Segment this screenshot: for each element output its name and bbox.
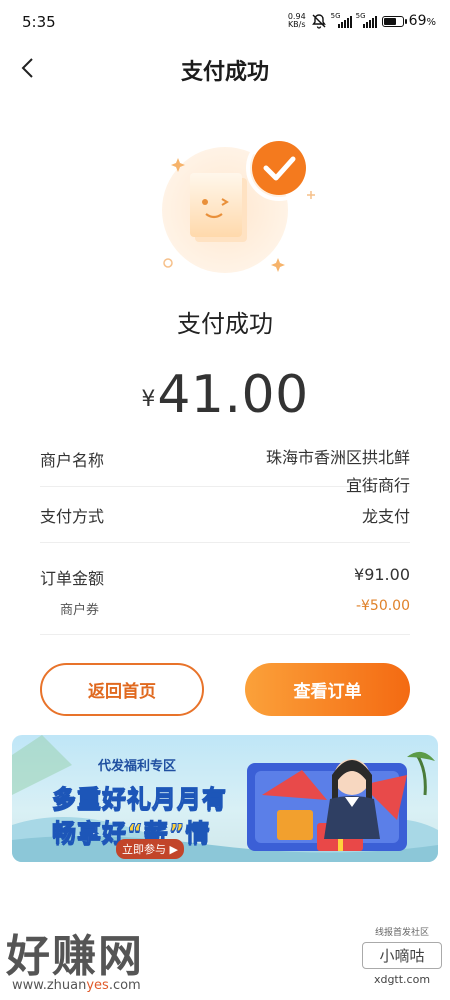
battery-percent: 69% xyxy=(409,13,436,29)
watermark-url-accent: yes xyxy=(86,978,109,993)
promo-banner[interactable]: 代发福利专区 多重好礼月月有 畅享好“薪”情 立即参与 ▶ xyxy=(12,735,438,862)
payment-details: 商户名称 珠海市香洲区拱北鲜 宜街商行 支付方式 龙支付 订单金额 ¥91.00 … xyxy=(40,430,410,635)
watermark-right-domain: xdgtt.com xyxy=(373,973,431,986)
battery-icon xyxy=(381,15,407,27)
success-status-text: 支付成功 xyxy=(177,310,273,338)
banner-join-button[interactable]: 立即参与 ▶ xyxy=(116,839,184,859)
watermark-url-suffix: .com xyxy=(108,978,141,993)
status-icons: 0.94 KB/s 5G 5G 69% xyxy=(288,11,436,31)
paid-amount: ¥41.00 xyxy=(0,365,450,425)
banner-headline: 多重好礼月月有 xyxy=(52,785,227,814)
battery-percent-value: 69 xyxy=(408,13,427,29)
battery-percent-suffix: % xyxy=(426,17,436,28)
bell-muted-icon xyxy=(311,14,326,29)
signal-1-icon: 5G xyxy=(330,12,352,28)
back-to-home-button[interactable]: 返回首页 xyxy=(40,663,204,716)
coupon-value: -¥50.00 xyxy=(355,598,410,614)
pay-method-value: 龙支付 xyxy=(361,507,410,526)
watermark-left-title: 好赚网 xyxy=(6,931,144,982)
watermark-right-top: 线报首发社区 xyxy=(374,928,429,938)
signal-2-label: 5G xyxy=(355,12,366,20)
network-speed: 0.94 KB/s xyxy=(288,13,306,29)
currency-symbol: ¥ xyxy=(141,387,156,412)
signal-2-icon: 5G xyxy=(355,12,377,28)
order-amount-value: ¥91.00 xyxy=(354,565,410,584)
status-bar: 5:35 0.94 KB/s 5G 5G 69% xyxy=(0,0,450,44)
watermark-url-prefix: www.zhuan xyxy=(12,978,87,993)
payment-success-illustration xyxy=(162,135,315,273)
order-amount-label: 订单金额 xyxy=(40,569,105,588)
page-title: 支付成功 xyxy=(180,60,269,85)
detail-row-pay-method: 支付方式 龙支付 xyxy=(40,487,410,543)
signal-1-label: 5G xyxy=(330,12,341,20)
watermark-left: 好赚网 www.zhuanyes.com xyxy=(6,920,196,995)
banner-subheadline-prefix: 畅享好 xyxy=(52,819,127,848)
amount-value: 41.00 xyxy=(157,365,309,425)
status-time: 5:35 xyxy=(22,13,56,31)
banner-tag: 代发福利专区 xyxy=(98,759,177,774)
detail-row-merchant: 商户名称 珠海市香洲区拱北鲜 宜街商行 xyxy=(40,430,410,495)
network-speed-unit: KB/s xyxy=(287,20,306,29)
coupon-label: 商户券 xyxy=(60,603,100,618)
battery-fill xyxy=(383,17,397,25)
watermark-right: 线报首发社区 小嘀咕 xdgtt.com xyxy=(362,925,442,995)
merchant-label: 商户名称 xyxy=(40,451,105,470)
watermark-left-url: www.zhuanyes.com xyxy=(12,978,141,993)
banner-subheadline-suffix: 情 xyxy=(185,819,211,848)
view-order-button[interactable]: 查看订单 xyxy=(245,663,410,716)
top-nav: 支付成功 xyxy=(0,44,450,92)
pay-method-label: 支付方式 xyxy=(40,507,105,526)
watermark-right-box: 小嘀咕 xyxy=(362,942,442,969)
merchant-value-line1: 珠海市香洲区拱北鲜 xyxy=(265,448,410,467)
detail-row-order-amount: 订单金额 ¥91.00 商户券 -¥50.00 xyxy=(40,543,410,635)
